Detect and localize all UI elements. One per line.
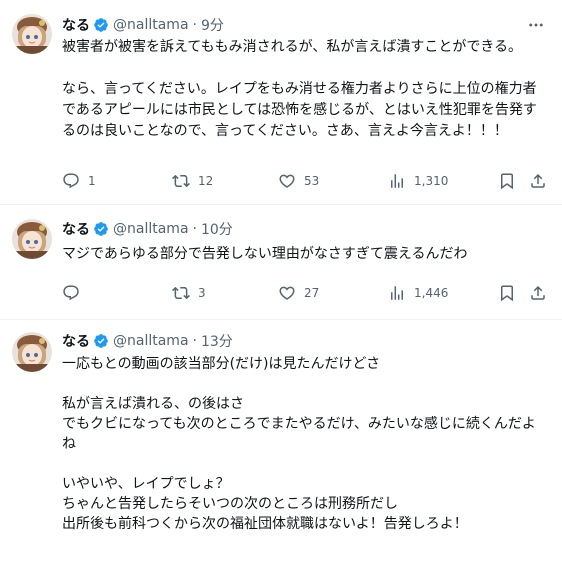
timestamp[interactable]: 13分 bbox=[201, 331, 233, 351]
tweet-text-line: 被害者が被害を訴えてももみ消されるが、私が言えば潰すことができる。 bbox=[62, 39, 523, 55]
separator-dot: · bbox=[192, 17, 197, 33]
reply-button[interactable]: 1 bbox=[62, 169, 96, 193]
timestamp[interactable]: 10分 bbox=[201, 219, 233, 239]
retweet-count: 3 bbox=[198, 286, 206, 300]
share-icon bbox=[529, 284, 547, 302]
bookmark-icon bbox=[498, 284, 516, 302]
reply-count: 1 bbox=[88, 174, 96, 188]
tweet-text: 一応もとの動画の該当部分(だけ)は見たんだけどさ 私が言えば潰れる、の後はさ で… bbox=[62, 354, 548, 534]
handle[interactable]: @nalltama bbox=[113, 333, 189, 349]
display-name[interactable]: なる bbox=[62, 331, 90, 351]
views-button[interactable]: 1,446 bbox=[388, 281, 448, 305]
separator-dot: · bbox=[192, 333, 197, 349]
like-button[interactable]: 27 bbox=[278, 281, 319, 305]
tweet-text-line: ね bbox=[62, 436, 76, 452]
like-button[interactable]: 53 bbox=[278, 169, 319, 193]
tweet-text-line: なら、言ってください。レイプをもみ消せる権力者よりさらに上位の権力者 bbox=[62, 81, 537, 97]
retweet-icon bbox=[172, 172, 190, 190]
display-name[interactable]: なる bbox=[62, 15, 90, 35]
retweet-button[interactable]: 3 bbox=[172, 281, 206, 305]
tweet-text: マジであらゆる部分で告発しない理由がなさすぎて震えるんだわ bbox=[62, 244, 548, 265]
tweet-header: なる @nalltama · 10分 bbox=[62, 219, 233, 239]
verified-icon bbox=[93, 333, 109, 349]
share-button[interactable] bbox=[529, 281, 547, 305]
like-count: 27 bbox=[304, 286, 320, 300]
tweet[interactable]: なる @nalltama · 10分 マジであらゆる部分で告発しない理由がなさす… bbox=[0, 205, 562, 319]
verified-icon bbox=[93, 17, 109, 33]
tweet-text-line: 一応もとの動画の該当部分(だけ)は見たんだけどさ bbox=[62, 356, 381, 372]
handle[interactable]: @nalltama bbox=[113, 221, 189, 237]
avatar[interactable] bbox=[12, 14, 52, 54]
views-count: 1,310 bbox=[414, 174, 449, 188]
avatar[interactable] bbox=[12, 332, 52, 372]
tweet-text-line: マジであらゆる部分で告発しない理由がなさすぎて震えるんだわ bbox=[62, 246, 468, 262]
verified-icon bbox=[93, 221, 109, 237]
bookmark-button[interactable] bbox=[498, 281, 516, 305]
tweet-text-line: 出所後も前科つくから次の福祉団体就職はないよ！告発しろよ！ bbox=[62, 516, 468, 532]
like-count: 53 bbox=[304, 174, 320, 188]
retweet-count: 12 bbox=[198, 174, 214, 188]
tweet-text: 被害者が被害を訴えてももみ消されるが、私が言えば潰すことができる。 なら、言って… bbox=[62, 37, 548, 142]
reply-icon bbox=[62, 172, 80, 190]
share-button[interactable] bbox=[529, 169, 547, 193]
bookmark-icon bbox=[498, 172, 516, 190]
timestamp[interactable]: 9分 bbox=[201, 15, 224, 35]
avatar[interactable] bbox=[12, 219, 52, 259]
share-icon bbox=[529, 172, 547, 190]
tweet-text-line: ちゃんと告発したらそいつの次のところは刑務所だし bbox=[62, 496, 398, 512]
tweet-header: なる @nalltama · 9分 bbox=[62, 15, 224, 35]
retweet-icon bbox=[172, 284, 190, 302]
tweet-text-line: るのは良いことなので、言ってください。さあ、言えよ今言えよ！！！ bbox=[62, 123, 508, 139]
action-bar: 3 27 1,446 bbox=[62, 281, 552, 305]
tweet[interactable]: なる @nalltama · 9分 被害者が被害を訴えてももみ消されるが、私が言… bbox=[0, 0, 562, 204]
handle[interactable]: @nalltama bbox=[113, 17, 189, 33]
views-count: 1,446 bbox=[414, 286, 449, 300]
tweet[interactable]: なる @nalltama · 13分 一応もとの動画の該当部分(だけ)は見たんだ… bbox=[0, 320, 562, 562]
views-icon bbox=[388, 172, 406, 190]
reply-button[interactable] bbox=[62, 281, 88, 305]
retweet-button[interactable]: 12 bbox=[172, 169, 213, 193]
tweet-header: なる @nalltama · 13分 bbox=[62, 331, 233, 351]
views-icon bbox=[388, 284, 406, 302]
bookmark-button[interactable] bbox=[498, 169, 516, 193]
like-icon bbox=[278, 284, 296, 302]
display-name[interactable]: なる bbox=[62, 219, 90, 239]
tweet-text-line: 私が言えば潰れる、の後はさ bbox=[62, 396, 244, 412]
action-bar: 1 12 53 1,310 bbox=[62, 169, 552, 193]
reply-icon bbox=[62, 284, 80, 302]
tweet-text-line: であるアピールには市民としては恐怖を感じるが、とはいえ性犯罪を告発す bbox=[62, 102, 537, 118]
views-button[interactable]: 1,310 bbox=[388, 169, 448, 193]
more-icon[interactable] bbox=[526, 15, 546, 35]
tweet-text-line: いやいや、レイプでしょ？ bbox=[62, 476, 230, 492]
separator-dot: · bbox=[192, 221, 197, 237]
like-icon bbox=[278, 172, 296, 190]
tweet-text-line: でもクビになっても次のところでまたやるだけ、みたいな感じに続くんだよ bbox=[62, 416, 536, 432]
